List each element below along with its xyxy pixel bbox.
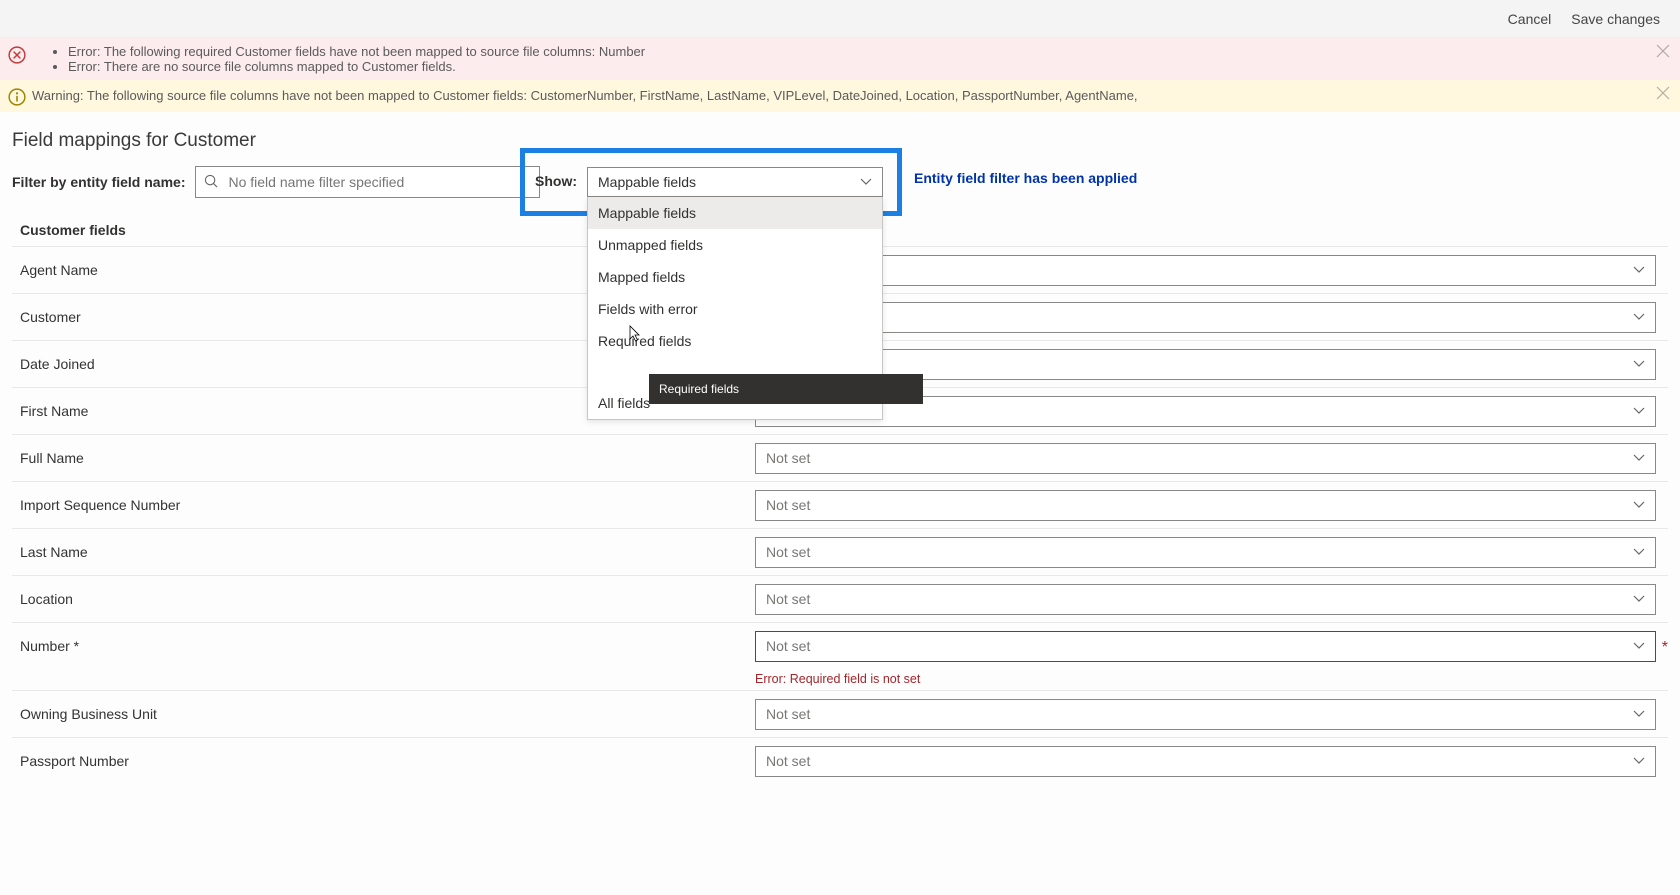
field-value-dropdown[interactable]: Not set <box>755 584 1656 615</box>
field-value-text: Not set <box>766 544 810 560</box>
show-dropdown[interactable]: Mappable fields Mappable fields Unmapped… <box>587 167 883 197</box>
show-option-label: Required fields <box>598 333 691 349</box>
field-value-dropdown[interactable]: Not set <box>755 746 1656 777</box>
field-label: Owning Business Unit <box>20 706 755 722</box>
chevron-down-icon <box>1633 452 1645 464</box>
field-label: Import Sequence Number <box>20 497 755 513</box>
error-item: Error: There are no source file columns … <box>68 59 645 74</box>
field-label: Last Name <box>20 544 755 560</box>
filter-applied-message: Entity field filter has been applied <box>914 170 1137 186</box>
warning-text: Warning: The following source file colum… <box>32 86 1138 103</box>
field-value-wrap: Not set <box>755 490 1662 521</box>
field-value-text: Not set <box>766 706 810 722</box>
field-row: Location Not set <box>12 575 1668 622</box>
show-selected-value: Mappable fields <box>598 174 696 190</box>
chevron-down-icon <box>1633 499 1645 511</box>
chevron-down-icon <box>860 176 872 188</box>
info-icon <box>8 88 26 106</box>
field-value-wrap: Not set <box>755 302 1662 333</box>
field-label: Passport Number <box>20 753 755 769</box>
field-row: Last Name Not set <box>12 528 1668 575</box>
show-option-errors[interactable]: Fields with error <box>588 293 882 325</box>
show-label: Show: <box>535 167 577 189</box>
cursor-icon <box>627 325 643 345</box>
show-option-unmapped[interactable]: Unmapped fields <box>588 229 882 261</box>
show-dropdown-options: Mappable fields Unmapped fields Mapped f… <box>587 197 883 420</box>
field-label: Number * <box>20 638 755 654</box>
field-value-dropdown[interactable]: Not set <box>755 443 1656 474</box>
chevron-down-icon <box>1633 264 1645 276</box>
main-content: Field mappings for Customer Filter by en… <box>0 112 1680 784</box>
show-dropdown-highlight: Show: Mappable fields Mappable fields Un… <box>520 148 902 216</box>
field-label: Full Name <box>20 450 755 466</box>
field-value-dropdown[interactable]: Not set <box>755 255 1656 286</box>
error-notification: Error: The following required Customer f… <box>0 38 1680 80</box>
tooltip: Required fields <box>649 374 923 404</box>
field-value-dropdown[interactable]: Not set <box>755 699 1656 730</box>
field-value-wrap: Not set <box>755 537 1662 568</box>
field-value-text: Not set <box>766 497 810 513</box>
show-option-mappable[interactable]: Mappable fields <box>588 197 882 229</box>
search-wrapper <box>195 166 540 198</box>
field-value-wrap: Not set <box>755 584 1662 615</box>
error-list: Error: The following required Customer f… <box>68 44 645 74</box>
chevron-down-icon <box>1633 593 1645 605</box>
required-indicator: * <box>1662 639 1668 657</box>
field-value-wrap: Not set <box>755 746 1662 777</box>
field-value-wrap: Not set <box>755 699 1662 730</box>
close-icon[interactable] <box>1656 44 1670 58</box>
chevron-down-icon <box>1633 358 1645 370</box>
field-value-text: Not set <box>766 753 810 769</box>
error-item: Error: The following required Customer f… <box>68 44 645 59</box>
chevron-down-icon <box>1633 546 1645 558</box>
field-value-text: Not set <box>766 450 810 466</box>
field-value-wrap: Not set <box>755 255 1662 286</box>
warning-notification: Warning: The following source file colum… <box>0 80 1680 112</box>
close-icon[interactable] <box>1656 86 1670 100</box>
field-value-dropdown[interactable]: Not set <box>755 537 1656 568</box>
field-row: Passport Number Not set <box>12 737 1668 784</box>
field-value-text: Not set <box>766 591 810 607</box>
field-value-wrap: Not set* <box>755 631 1662 662</box>
filter-input[interactable] <box>195 166 540 198</box>
field-value-wrap: Not set <box>755 443 1662 474</box>
chevron-down-icon <box>1633 311 1645 323</box>
field-label: Location <box>20 591 755 607</box>
cancel-button[interactable]: Cancel <box>1508 11 1552 27</box>
chevron-down-icon <box>1633 405 1645 417</box>
show-dropdown-head[interactable]: Mappable fields <box>587 167 883 197</box>
field-value-dropdown[interactable]: Not set <box>755 302 1656 333</box>
chevron-down-icon <box>1633 640 1645 652</box>
filter-label: Filter by entity field name: <box>12 174 185 190</box>
field-row: Number *Not set* <box>12 622 1668 669</box>
top-action-bar: Cancel Save changes <box>0 0 1680 38</box>
show-option-required[interactable]: Required fields Required fields <box>588 325 882 387</box>
field-row: Owning Business Unit Not set <box>12 690 1668 737</box>
field-value-text: Not set <box>766 638 810 654</box>
chevron-down-icon <box>1633 708 1645 720</box>
search-icon <box>204 174 219 189</box>
field-error-text: Error: Required field is not set <box>12 669 1668 690</box>
save-changes-button[interactable]: Save changes <box>1571 11 1660 27</box>
field-row: Full Name Not set <box>12 434 1668 481</box>
filter-row: Filter by entity field name: Show: Mappa… <box>12 162 1668 212</box>
error-icon <box>8 46 26 64</box>
show-option-mapped[interactable]: Mapped fields <box>588 261 882 293</box>
field-value-dropdown[interactable]: Not set <box>755 631 1656 662</box>
chevron-down-icon <box>1633 755 1645 767</box>
field-row: Import Sequence Number Not set <box>12 481 1668 528</box>
field-value-dropdown[interactable]: Not set <box>755 490 1656 521</box>
